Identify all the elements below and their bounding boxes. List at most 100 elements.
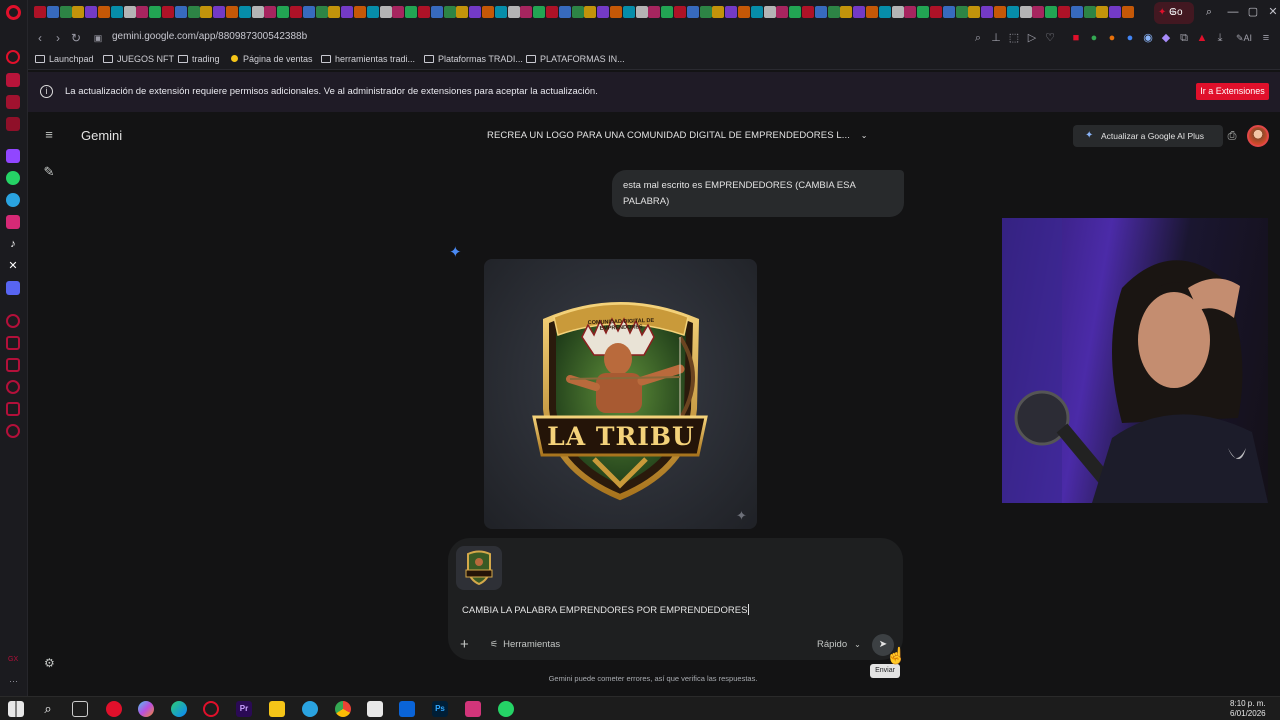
zoom-icon[interactable]: ⌕ [972, 32, 984, 44]
tab-favicon[interactable] [968, 6, 981, 18]
tab-favicon[interactable] [661, 6, 674, 18]
tab-favicon[interactable] [46, 6, 59, 18]
system-clock[interactable]: 8:10 p. m. 6/01/2026 [1230, 699, 1266, 719]
tab-favicon[interactable] [878, 6, 891, 18]
go-to-extensions-button[interactable]: Ir a Extensiones [1196, 83, 1269, 100]
tab-favicon[interactable] [597, 6, 610, 18]
tab-favicon[interactable] [469, 6, 482, 18]
tab-favicon[interactable] [1058, 6, 1070, 18]
history-icon[interactable] [6, 50, 20, 64]
player-icon[interactable] [6, 314, 20, 328]
tab-favicon[interactable] [1122, 6, 1134, 18]
search-tabs-icon[interactable]: ⌕ [1202, 6, 1216, 18]
tab-favicon[interactable] [789, 6, 802, 18]
tab-favicon[interactable] [59, 6, 72, 18]
x-icon[interactable]: ✕ [6, 259, 20, 273]
bookmark-juegos-nft[interactable]: JUEGOS NFT [103, 54, 174, 64]
tab-favicon[interactable] [546, 6, 558, 18]
tab-favicon[interactable] [686, 6, 699, 18]
workspace-icon[interactable] [6, 336, 20, 350]
avatar[interactable] [1247, 125, 1269, 147]
tab-favicon[interactable] [443, 6, 456, 18]
tab-favicon[interactable] [482, 6, 494, 18]
capcut-icon[interactable] [367, 701, 383, 717]
tab-favicon[interactable] [149, 6, 162, 18]
tab-favicon[interactable] [354, 6, 366, 18]
tab-favicon[interactable] [622, 6, 635, 18]
close-window-button[interactable]: ✕ [1266, 6, 1280, 18]
copilot-icon[interactable] [138, 701, 154, 717]
heart-icon[interactable]: ♡ [1044, 32, 1056, 44]
tab-favicon[interactable] [725, 6, 738, 18]
tab-favicon[interactable] [456, 6, 469, 18]
tab-favicon[interactable] [558, 6, 571, 18]
whatsapp-icon[interactable] [6, 171, 20, 185]
minimize-button[interactable]: — [1226, 6, 1240, 18]
ext-green-icon[interactable]: ● [1088, 32, 1100, 44]
windows-start-icon[interactable] [8, 701, 24, 717]
generated-logo-image[interactable]: COMUNIDAD DIGITAL DE EMPRENDORES LA TRIB… [484, 259, 757, 529]
tab-favicon[interactable] [123, 6, 136, 18]
edge-icon[interactable] [171, 701, 187, 717]
tab-favicon[interactable] [750, 6, 763, 18]
tab-favicon[interactable] [110, 6, 123, 18]
file-explorer-icon[interactable] [269, 701, 285, 717]
tab-favicon[interactable] [712, 6, 725, 18]
tab-favicon[interactable] [763, 6, 776, 18]
cube-icon[interactable] [6, 402, 20, 416]
bookmark-plataformas-tradi[interactable]: Plataformas TRADI... [424, 54, 523, 64]
tab-favicon[interactable] [891, 6, 904, 18]
chat-title[interactable]: RECREA UN LOGO PARA UNA COMUNIDAD DIGITA… [487, 130, 868, 141]
tools-button[interactable]: ⚟ Herramientas [490, 639, 560, 650]
bookmark-plataformas-in[interactable]: PLATAFORMAS IN... [526, 54, 625, 64]
premiere-icon[interactable]: Pr [236, 701, 252, 717]
tab-favicon[interactable] [635, 6, 648, 18]
share-icon[interactable]: ⎙ [1223, 127, 1241, 145]
ext-gear-icon[interactable]: ◉ [1142, 32, 1154, 44]
main-menu-icon[interactable]: ≡ [40, 126, 58, 144]
tab-favicon[interactable] [917, 6, 930, 18]
tab-favicon[interactable] [136, 6, 149, 18]
telegram-icon[interactable] [6, 193, 20, 207]
discord-icon[interactable] [6, 281, 20, 295]
bookmark-trading[interactable]: trading [178, 54, 220, 64]
tab-favicon[interactable] [930, 6, 942, 18]
tab-favicon[interactable] [699, 6, 712, 18]
settings-icon[interactable] [6, 424, 20, 438]
tab-favicon[interactable] [610, 6, 622, 18]
extension-icon[interactable] [6, 73, 20, 87]
tab-favicon[interactable] [430, 6, 443, 18]
bookmark-herramientas[interactable]: herramientas tradi... [321, 54, 415, 64]
back-button[interactable]: ‹ [34, 32, 46, 44]
ext-purple-icon[interactable]: ◆ [1160, 32, 1172, 44]
vpn-icon[interactable]: ▲ [1196, 32, 1208, 44]
tab-favicon[interactable] [904, 6, 917, 18]
tab-favicon[interactable] [1083, 6, 1096, 18]
menu-icon[interactable]: ≡ [1260, 32, 1272, 44]
tab-favicon[interactable] [942, 6, 955, 18]
bookmark-launchpad[interactable]: Launchpad [35, 54, 94, 64]
attached-image-thumbnail[interactable] [456, 546, 502, 590]
new-chat-icon[interactable]: ✎ [40, 163, 58, 181]
url-field[interactable]: gemini.google.com/app/880987300542388b [112, 31, 307, 42]
clock-icon[interactable] [6, 380, 20, 394]
tab-favicon[interactable] [226, 6, 238, 18]
tab-favicon[interactable] [802, 6, 814, 18]
tab-favicon[interactable] [366, 6, 379, 18]
tab-favicon[interactable] [379, 6, 392, 18]
tab-favicon[interactable] [1096, 6, 1109, 18]
tab-favicon[interactable] [251, 6, 264, 18]
tab-favicon[interactable] [648, 6, 661, 18]
tab-favicon[interactable] [264, 6, 277, 18]
tab-favicon[interactable] [571, 6, 584, 18]
chrome-icon[interactable] [335, 701, 351, 717]
tab-favicon[interactable] [238, 6, 251, 18]
more-icon[interactable]: ··· [9, 676, 18, 686]
tab-favicon[interactable] [1109, 6, 1122, 18]
photoshop-icon[interactable]: Ps [432, 701, 448, 717]
tab-favicon[interactable] [1006, 6, 1019, 18]
app-icon[interactable] [465, 701, 481, 717]
tab-favicon[interactable] [213, 6, 226, 18]
settings-gear-icon[interactable]: ⚙ [44, 656, 55, 670]
forward-button[interactable]: › [52, 32, 64, 44]
